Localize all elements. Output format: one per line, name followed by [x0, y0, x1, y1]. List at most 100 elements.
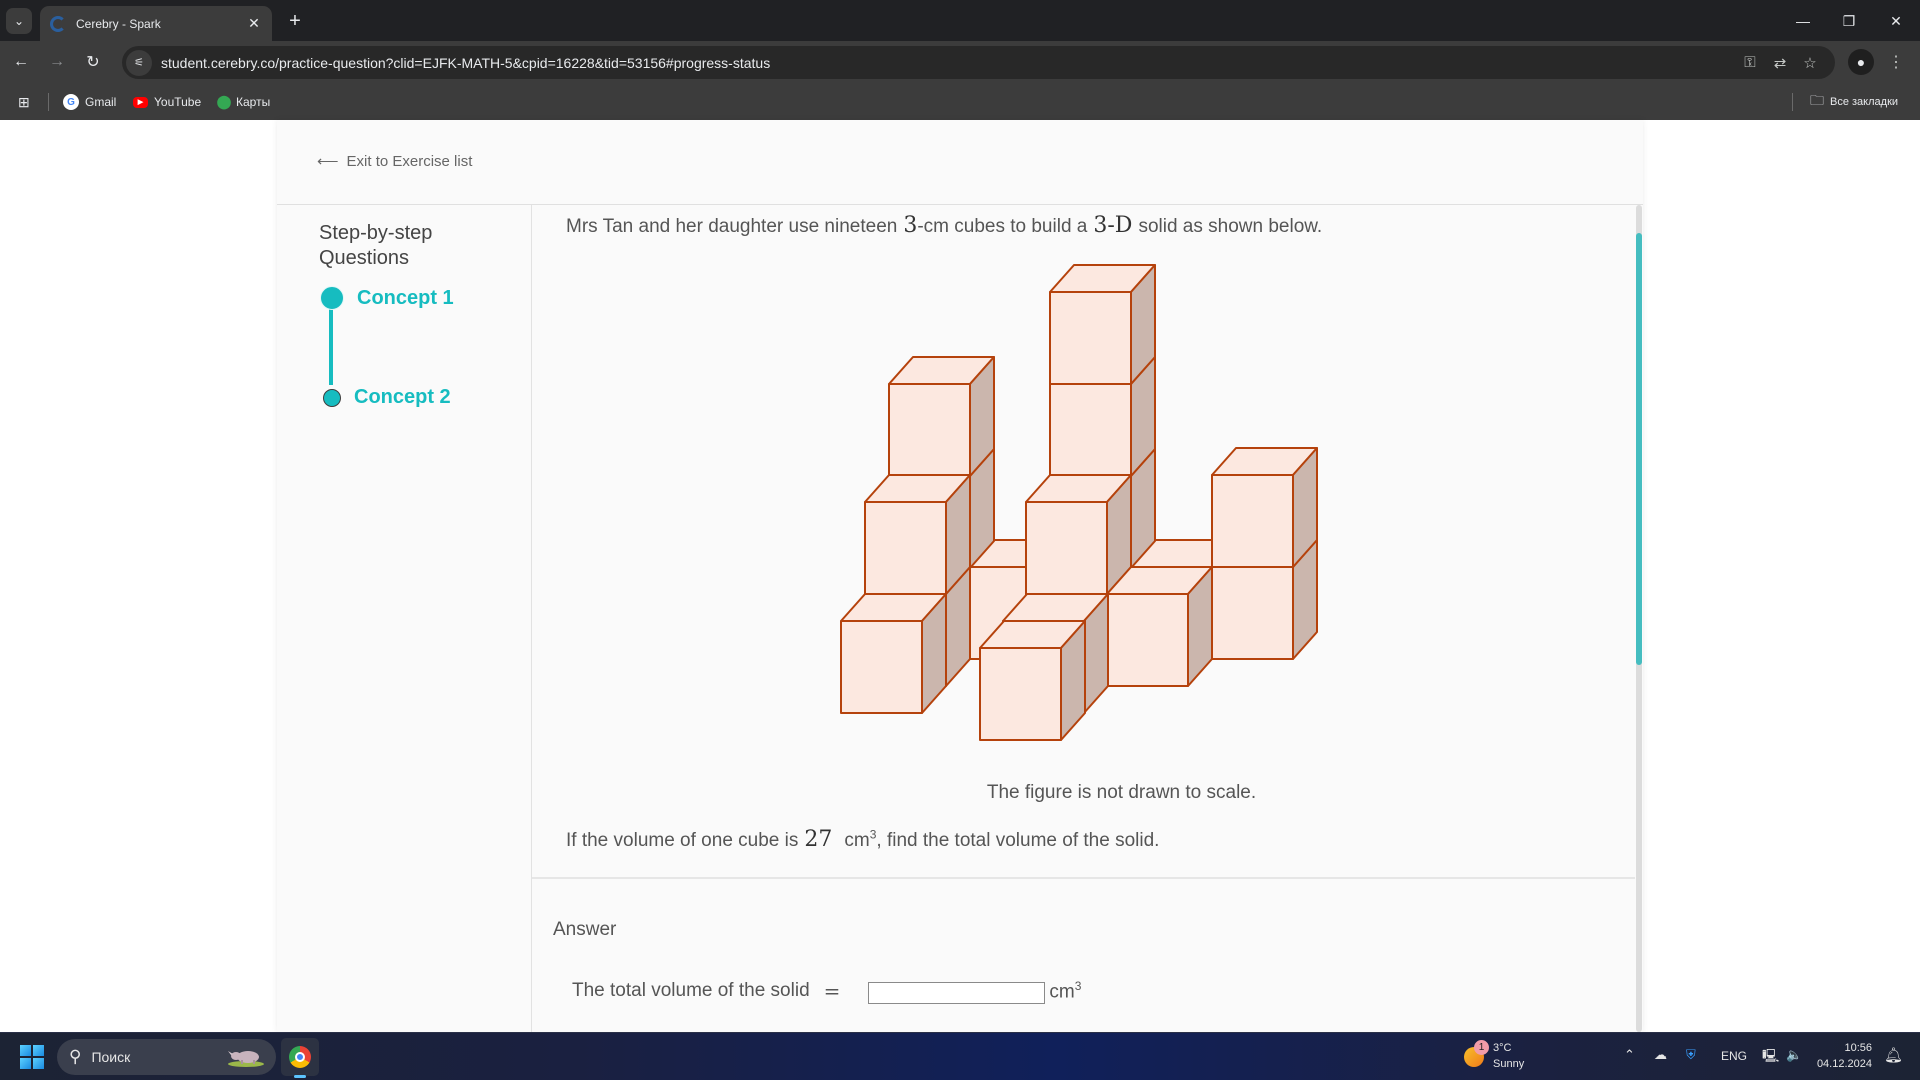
rhino-illustration-icon	[228, 1051, 264, 1067]
answer-unit-exponent: 3	[1074, 978, 1082, 993]
translate-icon[interactable]: ⇄	[1765, 54, 1795, 72]
bookmark-label: Gmail	[85, 95, 117, 109]
password-key-icon[interactable]: ⚿	[1735, 54, 1765, 71]
cube-14	[1106, 566, 1213, 687]
weather-badge: 1	[1474, 1040, 1489, 1055]
total-volume-input[interactable]	[868, 982, 1046, 1004]
answer-heading: Answer	[553, 919, 617, 940]
restore-button[interactable]: ❐	[1832, 8, 1866, 34]
arrow-left-icon: ⟵	[317, 153, 339, 170]
step-concept-2[interactable]: Concept 2	[354, 386, 451, 409]
apps-grid-icon: ⊞	[18, 93, 30, 110]
cube-front-face	[888, 383, 971, 477]
cube-front-face	[840, 620, 923, 714]
taskbar-chrome-button[interactable]	[281, 1038, 319, 1076]
tab-title: Cerebry - Spark	[76, 16, 161, 31]
arrow-left-icon: ←	[13, 53, 29, 70]
cloud-offline-icon[interactable]: ☁	[1654, 1047, 1667, 1063]
chrome-icon	[289, 1046, 311, 1068]
step-dot-upcoming[interactable]	[323, 389, 341, 407]
language-indicator[interactable]: ENG	[1721, 1049, 1747, 1063]
browser-menu-button[interactable]: ⋮	[1886, 49, 1906, 75]
bookmarks-bar: ⊞ G Gmail ▶ YouTube ⬤ Карты 🗀 Все заклад…	[0, 83, 1920, 120]
cube-front-face	[1106, 593, 1189, 687]
minimize-icon: —	[1796, 13, 1810, 29]
notification-bell-icon[interactable]: 🔔︎	[1884, 1046, 1903, 1064]
page-viewport: ⟵ Exit to Exercise list Step-by-step Que…	[0, 120, 1920, 1032]
all-bookmarks-button[interactable]: 🗀 Все закладки	[1810, 92, 1898, 111]
weather-description[interactable]: Sunny	[1493, 1058, 1524, 1070]
answer-unit: cm3	[1049, 979, 1081, 1003]
question-content: Mrs Tan and her daughter use nineteen 3-c…	[532, 205, 1635, 1032]
bookmark-maps[interactable]: ⬤ Карты	[216, 93, 271, 111]
answer-label: The total volume of the solid	[572, 980, 810, 1001]
cube-front-face	[864, 501, 947, 595]
exit-link-label: Exit to Exercise list	[346, 152, 473, 170]
prompt-text-part: , find the total volume of the solid.	[876, 830, 1160, 851]
cube-front-face	[979, 647, 1062, 741]
forward-button[interactable]: →	[44, 49, 70, 75]
windows-taskbar: ⚲ Поиск 1 3°C Sunny ⌃ ☁ ⛨ ENG 🖳 🔈 10:56 …	[0, 1032, 1920, 1080]
bookmark-label: Карты	[236, 95, 271, 109]
clock-time[interactable]: 10:56	[1844, 1042, 1872, 1054]
cube-front-face	[1211, 474, 1294, 568]
cube-11	[864, 474, 971, 595]
cube-13	[1025, 474, 1132, 595]
network-icon[interactable]: 🖳	[1762, 1047, 1779, 1069]
content-scrollbar-thumb[interactable]	[1636, 233, 1642, 665]
cube-17	[979, 620, 1086, 741]
bookmark-label: YouTube	[154, 95, 202, 109]
back-button[interactable]: ←	[8, 49, 34, 75]
bookmark-gmail[interactable]: G Gmail	[63, 93, 116, 111]
minimize-button[interactable]: —	[1786, 8, 1820, 34]
math-volume: 27	[804, 827, 833, 852]
tab-close-icon[interactable]: ✕	[246, 15, 262, 32]
step-dot-current[interactable]	[320, 286, 344, 310]
security-shield-icon[interactable]: ⛨	[1686, 1047, 1696, 1063]
weather-temperature[interactable]: 3°C	[1493, 1042, 1511, 1054]
bookmark-youtube[interactable]: ▶ YouTube	[133, 93, 201, 111]
close-window-button[interactable]: ✕	[1879, 8, 1913, 34]
bookmarks-divider	[1792, 93, 1793, 111]
search-placeholder: Поиск	[91, 1049, 131, 1065]
address-bar[interactable]: ⚟ student.cerebry.co/practice-question?c…	[122, 46, 1835, 79]
cube-7	[1049, 264, 1156, 385]
clock-date[interactable]: 04.12.2024	[1817, 1058, 1872, 1070]
equals-sign: =	[823, 979, 841, 1003]
person-icon: ●	[1856, 54, 1866, 70]
cube-solid-figure	[840, 264, 1318, 741]
tab-active[interactable]: Cerebry - Spark ✕	[40, 6, 272, 41]
arrow-right-icon: →	[49, 53, 65, 70]
new-tab-button[interactable]: +	[282, 8, 308, 34]
cube-front-face	[1049, 383, 1132, 477]
tab-search-button[interactable]: ⌄	[6, 8, 32, 34]
cerebry-favicon-icon	[50, 15, 66, 32]
reload-icon: ↻	[86, 54, 100, 71]
taskbar-search[interactable]: ⚲ Поиск	[57, 1039, 276, 1075]
bookmark-star-icon[interactable]: ☆	[1795, 54, 1825, 72]
cube-16	[840, 593, 947, 714]
maps-pin-icon: ⬤	[216, 94, 232, 109]
start-button[interactable]	[20, 1045, 44, 1069]
browser-titlebar: ⌄ Cerebry - Spark ✕ + — ❐ ✕	[0, 0, 1920, 41]
figure-caption: The figure is not drawn to scale.	[986, 782, 1257, 803]
exit-to-exercise-list-link[interactable]: ⟵ Exit to Exercise list	[317, 152, 473, 171]
cube-front-face	[1049, 291, 1132, 385]
youtube-icon: ▶	[133, 96, 148, 108]
cube-front-face	[1025, 501, 1108, 595]
url-text[interactable]: student.cerebry.co/practice-question?cli…	[161, 55, 1735, 71]
volume-icon[interactable]: 🔈	[1786, 1047, 1802, 1063]
apps-button[interactable]: ⊞	[18, 93, 30, 111]
google-icon: G	[63, 94, 79, 110]
reload-button[interactable]: ↻	[80, 49, 106, 75]
practice-card: ⟵ Exit to Exercise list Step-by-step Que…	[277, 120, 1643, 1032]
step-concept-1[interactable]: Concept 1	[357, 287, 454, 310]
browser-toolbar: ← → ↻ ⚟ student.cerebry.co/practice-ques…	[0, 41, 1920, 83]
tray-overflow-chevron-icon[interactable]: ⌃	[1624, 1047, 1635, 1063]
folder-icon: 🗀	[1810, 92, 1824, 108]
site-info-button[interactable]: ⚟	[126, 49, 152, 76]
cube-9	[1211, 447, 1318, 568]
profile-button[interactable]: ●	[1848, 49, 1874, 75]
prompt-text-part: If the volume of one cube is	[566, 830, 799, 851]
bookmarks-divider	[48, 93, 49, 111]
